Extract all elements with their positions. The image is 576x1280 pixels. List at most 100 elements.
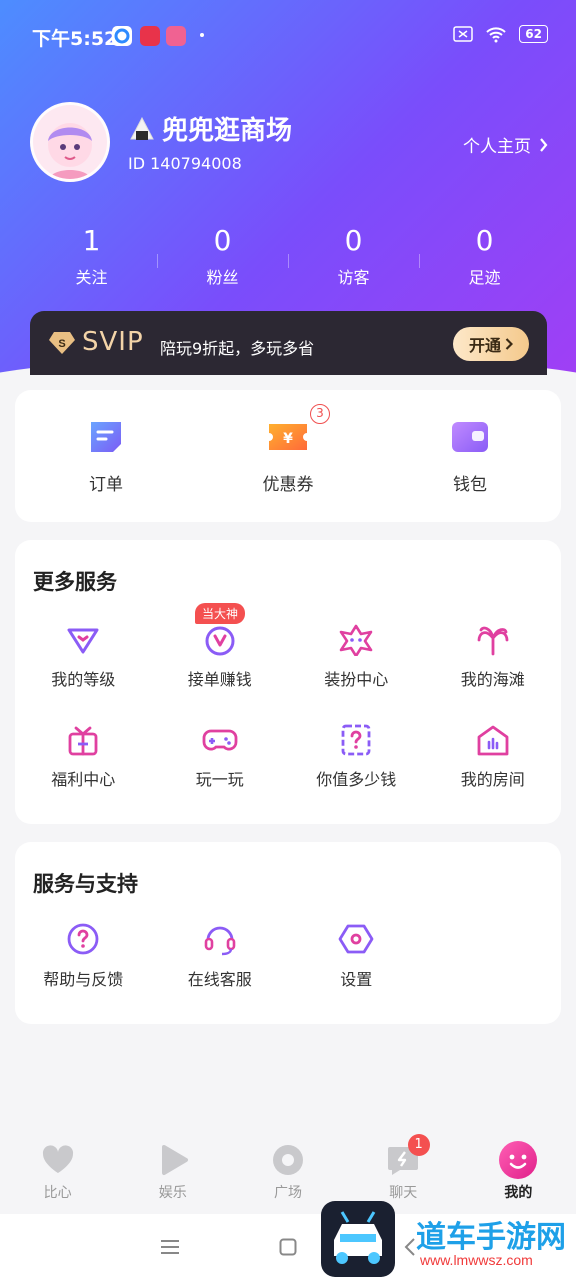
app-notification-icon: [140, 26, 160, 46]
wifi-icon: [486, 27, 506, 43]
my-beach-button[interactable]: 我的海滩: [425, 624, 562, 724]
level-icon: [67, 628, 99, 654]
quick-actions-card: 订单 ¥ 3 优惠券 钱包: [15, 390, 561, 522]
watermark-car-logo: [321, 1201, 395, 1277]
svip-badge-icon: S: [49, 332, 75, 354]
coupon-label: 优惠券: [262, 475, 314, 495]
chevron-right-icon: [505, 338, 513, 350]
settings-icon: [338, 924, 374, 954]
support-card: 服务与支持 帮助与反馈 在线客服 设置: [15, 842, 561, 1024]
home-square-icon[interactable]: [279, 1238, 297, 1256]
smile-icon: [499, 1141, 538, 1179]
circle-icon: [273, 1145, 303, 1175]
stat-fans[interactable]: 0 粉丝: [157, 222, 288, 288]
grid-item-label: 在线客服: [187, 970, 252, 989]
homepage-link[interactable]: 个人主页: [463, 132, 548, 157]
nav-label: 聊天: [389, 1185, 418, 1201]
headset-icon: [204, 926, 236, 956]
stat-following[interactable]: 1 关注: [26, 222, 157, 288]
grid-item-label: 我的房间: [460, 770, 525, 789]
stat-visitors[interactable]: 0 访客: [288, 222, 419, 288]
app-notification-icon: [112, 26, 132, 46]
wallet-icon: [452, 422, 488, 452]
stat-footprints[interactable]: 0 足迹: [419, 222, 550, 288]
play-button[interactable]: 玩一玩: [152, 724, 289, 824]
grid-item-label: 装扮中心: [324, 670, 389, 689]
stat-label: 足迹: [468, 268, 501, 287]
stat-value: 0: [213, 224, 232, 257]
question-box-icon: [341, 724, 371, 756]
gamepad-icon: [202, 729, 238, 751]
more-services-grid: 我的等级 接单赚钱 装扮中心 我的海滩 福利中心 玩一玩 你值多少钱 我的房间: [15, 624, 561, 824]
order-label: 订单: [89, 475, 123, 495]
username: 兜兜逛商场: [128, 110, 292, 147]
username-text: 兜兜逛商场: [162, 116, 293, 146]
grid-item-label: 我的海滩: [460, 670, 525, 689]
nav-label: 娱乐: [158, 1185, 187, 1201]
avatar[interactable]: [30, 102, 110, 182]
play-icon: [161, 1145, 188, 1175]
stat-label: 关注: [75, 268, 108, 287]
my-level-button[interactable]: 我的等级: [15, 624, 152, 724]
my-room-button[interactable]: 我的房间: [425, 724, 562, 824]
profile-header: 下午5:52 62 兜兜逛商场 ID 140794008 个人主页 1 关注 0 粉…: [0, 0, 576, 380]
nav-label: 比心: [43, 1185, 72, 1201]
wallet-button[interactable]: 钱包: [410, 418, 530, 495]
svip-title: SVIP: [82, 327, 144, 357]
grid-item-label: 玩一玩: [195, 770, 244, 789]
coupon-button[interactable]: ¥ 3 优惠券: [228, 404, 348, 495]
svip-subtitle: 陪玩9折起，多玩多省: [160, 339, 315, 358]
section-title: 服务与支持: [33, 872, 138, 896]
coupon-badge: 3: [310, 404, 330, 424]
battery-icon: 62: [519, 25, 548, 43]
earn-tag-badge: 当大神: [195, 603, 246, 624]
support-grid: 帮助与反馈 在线客服 设置: [15, 922, 561, 1022]
svg-text:S: S: [58, 338, 65, 350]
online-service-button[interactable]: 在线客服: [152, 922, 289, 1022]
more-dot-icon: [200, 33, 204, 37]
grid-item-label: 设置: [340, 970, 373, 989]
onigiri-icon: [130, 116, 154, 140]
your-worth-button[interactable]: 你值多少钱: [288, 724, 425, 824]
stat-value: 1: [82, 224, 101, 257]
section-title: 更多服务: [33, 570, 117, 594]
grid-item-label: 接单赚钱: [187, 670, 252, 689]
dressup-icon: [339, 624, 373, 656]
heart-icon: [42, 1145, 73, 1173]
grid-item-label: 福利中心: [51, 770, 116, 789]
chevron-right-icon: [540, 137, 548, 152]
nav-label: 广场: [274, 1185, 302, 1201]
user-id: ID 140794008: [128, 154, 242, 173]
svip-open-label: 开通: [468, 336, 501, 355]
menu-icon[interactable]: [160, 1238, 180, 1256]
order-button[interactable]: 订单: [46, 418, 166, 495]
grid-item-label: 帮助与反馈: [43, 970, 124, 989]
welfare-center-button[interactable]: 福利中心: [15, 724, 152, 824]
stat-label: 访客: [337, 268, 370, 287]
nav-item-entertainment[interactable]: 娱乐: [115, 1130, 230, 1214]
stat-value: 0: [344, 224, 363, 257]
homepage-label: 个人主页: [463, 137, 531, 157]
chat-badge: 1: [407, 1134, 430, 1156]
stats-row: 1 关注 0 粉丝 0 访客 0 足迹: [26, 222, 550, 288]
nav-label: 我的: [504, 1185, 533, 1201]
more-services-card: 更多服务 当大神 我的等级 接单赚钱 装扮中心 我的海滩 福利中心 玩一玩 你值…: [15, 540, 561, 824]
watermark-title: 道车手游网: [416, 1220, 566, 1255]
earn-icon: [205, 626, 235, 656]
svg-text:¥: ¥: [283, 431, 293, 447]
status-bar: 下午5:52 62: [0, 14, 576, 58]
stat-value: 0: [475, 224, 494, 257]
dressup-center-button[interactable]: 装扮中心: [288, 624, 425, 724]
grid-item-label: 你值多少钱: [316, 770, 397, 789]
settings-button[interactable]: 设置: [288, 922, 425, 1022]
earn-money-button[interactable]: 接单赚钱: [152, 624, 289, 724]
beach-icon: [477, 626, 509, 656]
help-feedback-button[interactable]: 帮助与反馈: [15, 922, 152, 1022]
order-icon: [91, 422, 121, 452]
svip-banner[interactable]: S SVIP 陪玩9折起，多玩多省 开通: [30, 311, 547, 375]
coupon-icon: ¥: [269, 424, 307, 450]
nav-item-bixin[interactable]: 比心: [0, 1130, 115, 1214]
no-sim-icon: [453, 26, 474, 42]
status-time: 下午5:52: [32, 28, 118, 50]
svip-open-button[interactable]: 开通: [453, 327, 529, 361]
